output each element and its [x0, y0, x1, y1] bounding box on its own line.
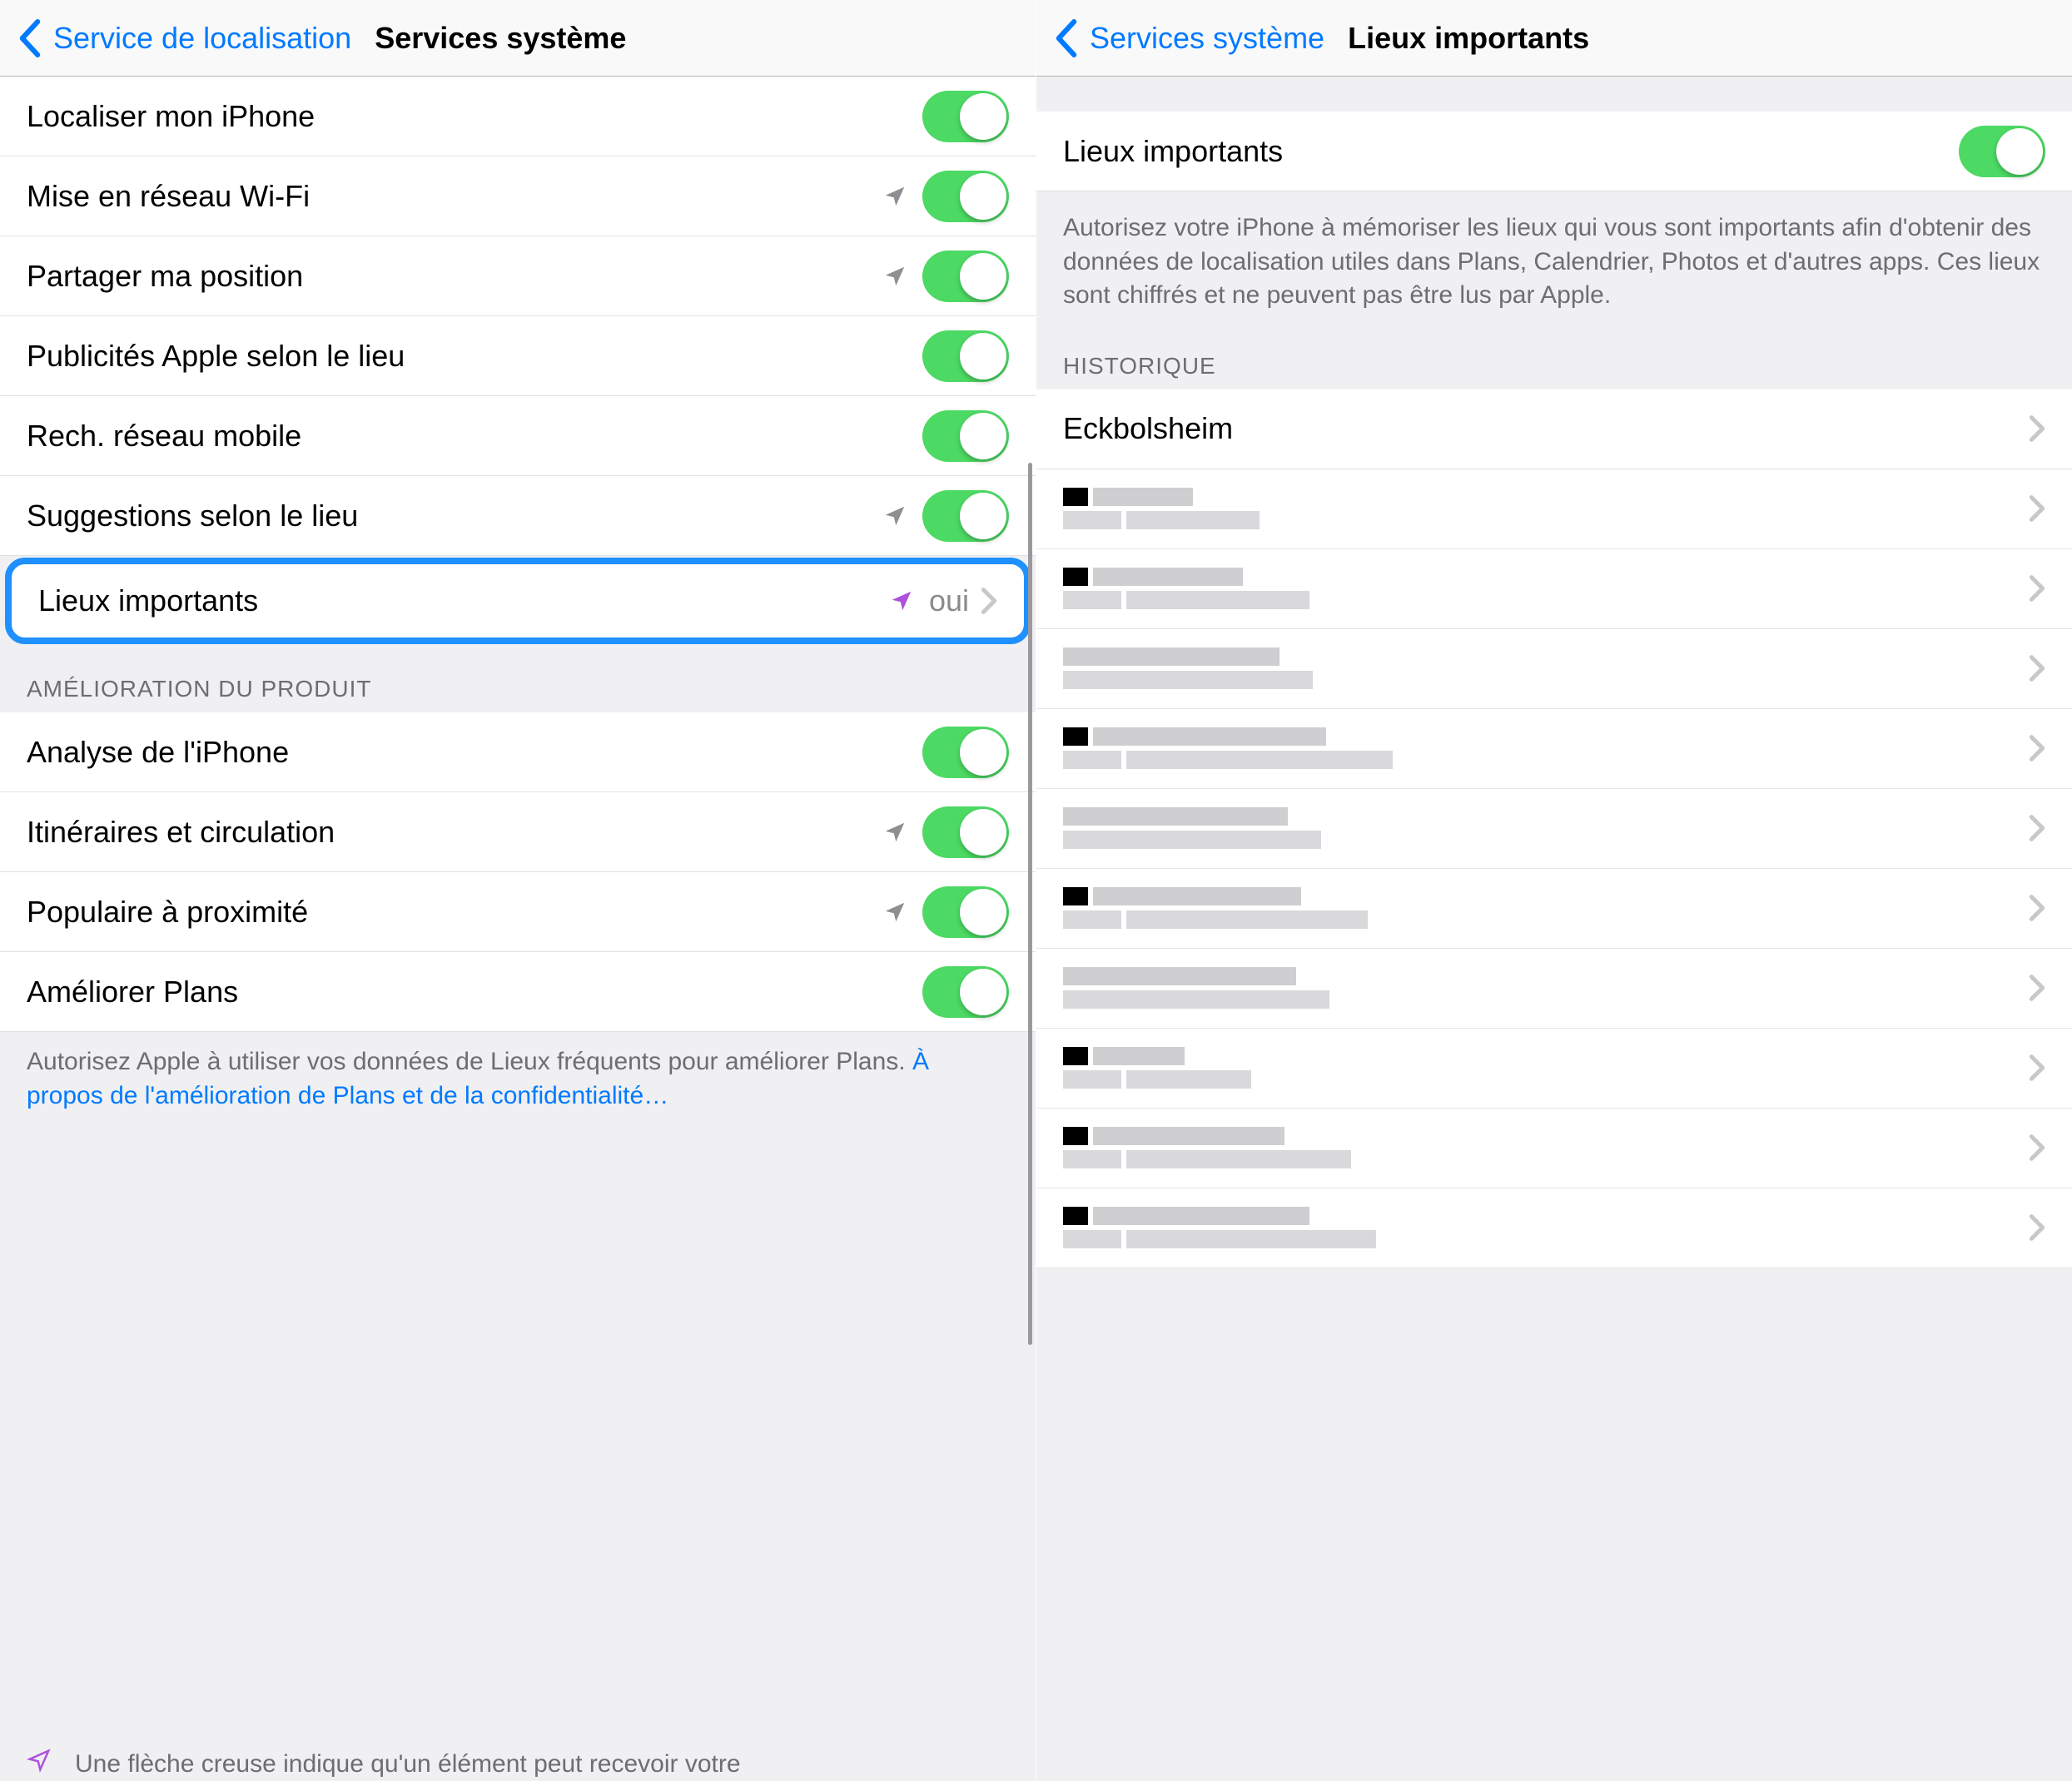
location-arrow-icon [882, 820, 907, 845]
toggle-switch[interactable] [922, 91, 1009, 142]
settings-row[interactable]: Rech. réseau mobile [0, 396, 1036, 476]
location-arrow-icon [882, 184, 907, 209]
toggle-switch[interactable] [922, 330, 1009, 382]
history-row-redacted[interactable] [1036, 549, 2072, 629]
history-label: Eckbolsheim [1063, 411, 2029, 446]
settings-row[interactable]: Publicités Apple selon le lieu [0, 316, 1036, 396]
back-label[interactable]: Services système [1090, 21, 1324, 56]
row-lieux-importants[interactable]: Lieux importants oui [5, 558, 1031, 644]
settings-row[interactable]: Partager ma position [0, 236, 1036, 316]
history-row-redacted[interactable] [1036, 709, 2072, 789]
history-row-redacted[interactable] [1036, 1188, 2072, 1268]
history-row-redacted[interactable] [1036, 469, 2072, 549]
chevron-right-icon [2029, 414, 2045, 443]
history-row-redacted[interactable] [1036, 629, 2072, 709]
toggle-switch[interactable] [922, 886, 1009, 938]
settings-row[interactable]: Itinéraires et circulation [0, 792, 1036, 872]
row-label: Mise en réseau Wi-Fi [27, 179, 882, 214]
back-chevron-icon[interactable] [18, 19, 42, 57]
back-label[interactable]: Service de localisation [53, 21, 351, 56]
toggle-switch[interactable] [922, 727, 1009, 778]
toggle-switch[interactable] [922, 806, 1009, 858]
pane-system-services: Service de localisation Services système… [0, 0, 1036, 1781]
footer-arrow-text: Une flèche creuse indique qu'un élément … [75, 1750, 741, 1778]
chevron-right-icon [981, 587, 997, 615]
back-chevron-icon[interactable] [1055, 19, 1078, 57]
nav-title: Lieux importants [1348, 21, 1589, 56]
chevron-right-icon [2029, 574, 2045, 603]
footer-hollow-arrow: Une flèche creuse indique qu'un élément … [0, 1728, 1036, 1781]
settings-row[interactable]: Localiser mon iPhone [0, 77, 1036, 156]
settings-row[interactable]: Populaire à proximité [0, 872, 1036, 952]
location-arrow-icon [882, 900, 907, 925]
chevron-right-icon [2029, 734, 2045, 762]
row-label: Publicités Apple selon le lieu [27, 339, 922, 374]
explain-text: Autorisez votre iPhone à mémoriser les l… [1036, 191, 2072, 338]
pane-significant-locations: Services système Lieux importants Lieux … [1036, 0, 2072, 1781]
location-arrow-icon [889, 588, 914, 613]
toggle-switch[interactable] [922, 966, 1009, 1018]
settings-row[interactable]: Analyse de l'iPhone [0, 712, 1036, 792]
chevron-right-icon [2029, 654, 2045, 682]
row-enable-significant-locations[interactable]: Lieux importants [1036, 112, 2072, 191]
history-row[interactable]: Eckbolsheim [1036, 389, 2072, 469]
row-label: Lieux importants [38, 583, 889, 618]
footer-improve-maps: Autorisez Apple à utiliser vos données d… [0, 1032, 1036, 1138]
row-detail: oui [929, 583, 969, 618]
row-label: Partager ma position [27, 259, 882, 294]
footer-text-part: Autorisez Apple à utiliser vos données d… [27, 1048, 912, 1075]
section-header-history: HISTORIQUE [1036, 338, 2072, 389]
spacer [1036, 77, 2072, 112]
row-label: Lieux importants [1063, 134, 1959, 169]
chevron-right-icon [2029, 1213, 2045, 1242]
location-arrow-icon [882, 264, 907, 289]
settings-row[interactable]: Améliorer Plans [0, 952, 1036, 1032]
nav-title: Services système [375, 21, 626, 56]
settings-row[interactable]: Mise en réseau Wi-Fi [0, 156, 1036, 236]
settings-row[interactable]: Suggestions selon le lieu [0, 476, 1036, 556]
history-row-redacted[interactable] [1036, 789, 2072, 869]
chevron-right-icon [2029, 1134, 2045, 1162]
chevron-right-icon [2029, 814, 2045, 842]
row-label: Rech. réseau mobile [27, 419, 922, 454]
history-row-redacted[interactable] [1036, 949, 2072, 1029]
toggle-switch[interactable] [1959, 126, 2045, 177]
row-label: Suggestions selon le lieu [27, 499, 882, 533]
chevron-right-icon [2029, 894, 2045, 922]
row-label: Localiser mon iPhone [27, 99, 922, 134]
row-label: Améliorer Plans [27, 975, 922, 1010]
toggle-switch[interactable] [922, 410, 1009, 462]
toggle-switch[interactable] [922, 171, 1009, 222]
history-row-redacted[interactable] [1036, 1029, 2072, 1109]
history-row-redacted[interactable] [1036, 869, 2072, 949]
row-label: Analyse de l'iPhone [27, 735, 922, 770]
chevron-right-icon [2029, 494, 2045, 523]
hollow-location-arrow-icon [27, 1748, 52, 1773]
chevron-right-icon [2029, 974, 2045, 1002]
navbar-right: Services système Lieux importants [1036, 0, 2072, 77]
toggle-switch[interactable] [922, 251, 1009, 302]
section-header-improvement: AMÉLIORATION DU PRODUIT [0, 646, 1036, 712]
toggle-switch[interactable] [922, 490, 1009, 542]
location-arrow-icon [882, 504, 907, 528]
row-label: Itinéraires et circulation [27, 815, 882, 850]
chevron-right-icon [2029, 1054, 2045, 1082]
scrollbar[interactable] [1028, 463, 1032, 1345]
row-label: Populaire à proximité [27, 895, 882, 930]
history-row-redacted[interactable] [1036, 1109, 2072, 1188]
navbar-left: Service de localisation Services système [0, 0, 1036, 77]
